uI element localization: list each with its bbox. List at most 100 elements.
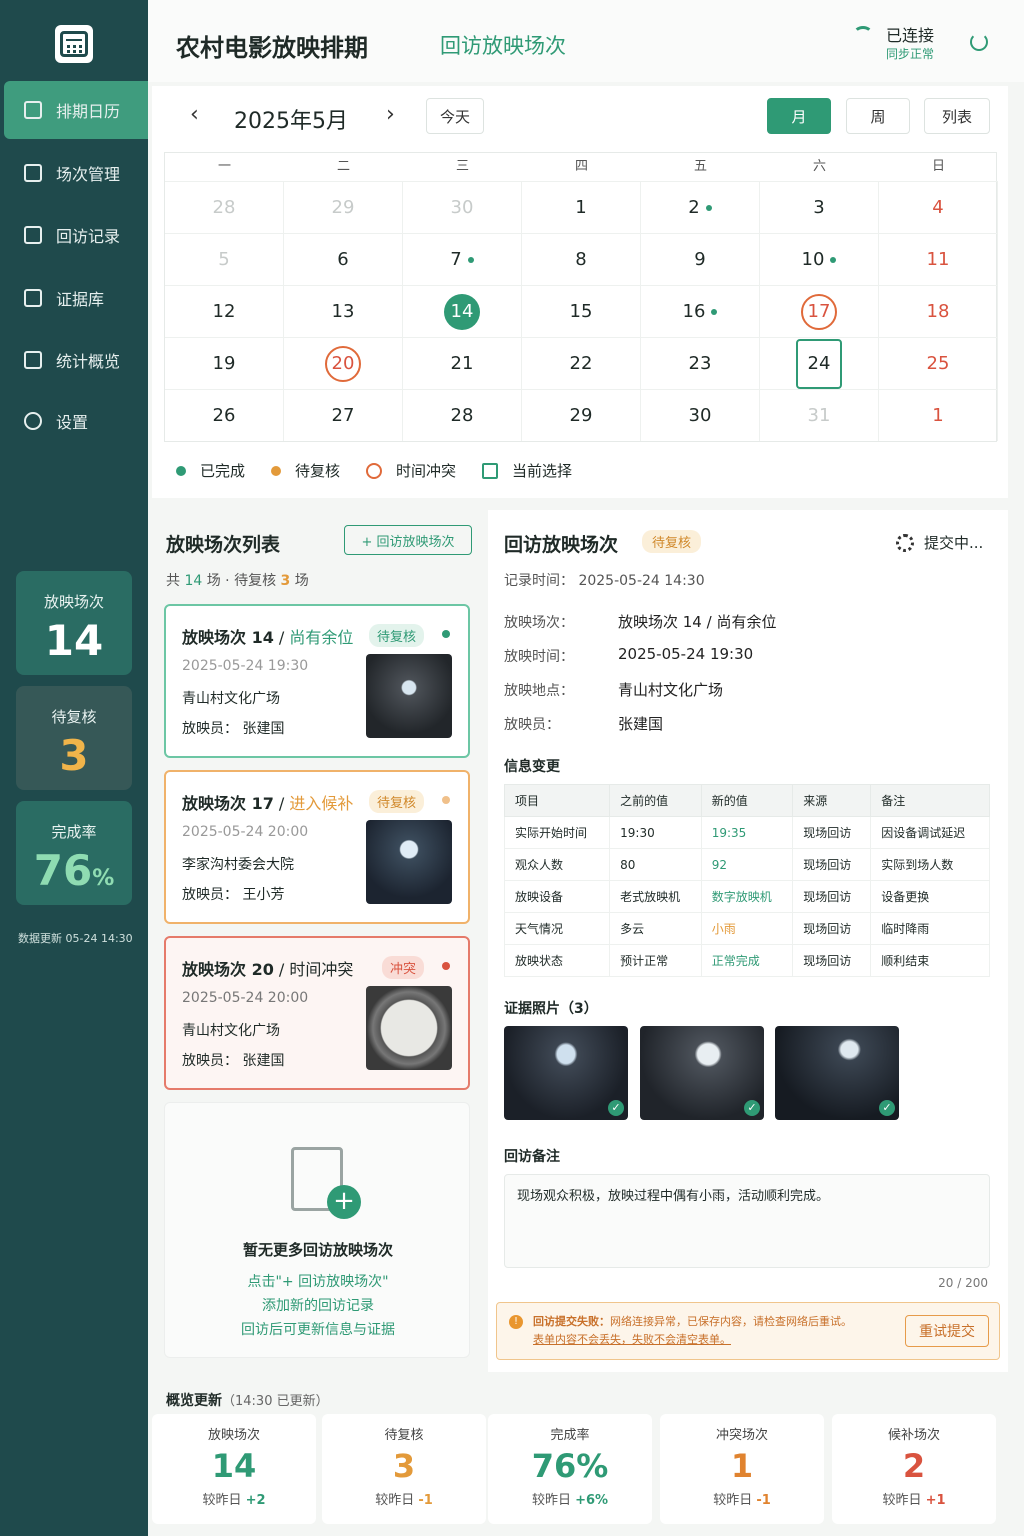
calendar-day[interactable]: 20 bbox=[284, 337, 403, 389]
retry-submit-button[interactable]: 重试提交 bbox=[905, 1315, 989, 1347]
session-card[interactable]: 放映场次 20 / 时间冲突 冲突 2025-05-24 20:00 青山村文化… bbox=[164, 936, 470, 1090]
view-week-button[interactable]: 周 bbox=[846, 98, 910, 134]
calendar-day[interactable]: 29 bbox=[522, 389, 641, 441]
day-number: 10 bbox=[801, 249, 825, 270]
day-number: 19 bbox=[212, 353, 236, 374]
sidebar-item-label: 设置 bbox=[56, 413, 89, 432]
calendar-day[interactable]: 26 bbox=[165, 389, 284, 441]
table-row: 观众人数 80 92 现场回访 实际到场人数 bbox=[503, 848, 990, 881]
calendar-day[interactable]: 1 bbox=[879, 389, 998, 441]
table-cell: 19:30 bbox=[609, 816, 702, 849]
delta-value: +2 bbox=[245, 1493, 266, 1508]
table-cell: 顺利结束 bbox=[870, 944, 990, 977]
table-row: 实际开始时间 19:30 19:35 现场回访 因设备调试延迟 bbox=[503, 816, 990, 849]
spinner-icon bbox=[896, 534, 914, 552]
calendar-day[interactable]: 9 bbox=[641, 233, 760, 285]
session-name: 放映场次 17 bbox=[182, 794, 274, 813]
sidebar-item-session-management[interactable]: 场次管理 bbox=[4, 144, 148, 202]
calendar-day[interactable]: 16 bbox=[641, 285, 760, 337]
status-dot bbox=[442, 962, 450, 970]
sidebar-item-schedule-calendar[interactable]: 排期日历 bbox=[4, 81, 148, 139]
today-button[interactable]: 今天 bbox=[426, 98, 484, 134]
calendar-day[interactable]: 19 bbox=[165, 337, 284, 389]
calendar-day[interactable]: 5 bbox=[165, 233, 284, 285]
calendar-day[interactable]: 4 bbox=[879, 181, 998, 233]
calendar-day[interactable]: 7 bbox=[403, 233, 522, 285]
calendar-day[interactable]: 29 bbox=[284, 181, 403, 233]
table-cell: 数字放映机 bbox=[700, 880, 794, 913]
prev-month-button[interactable]: ‹ bbox=[190, 102, 199, 127]
session-card[interactable]: 放映场次 17 / 进入候补 待复核 2025-05-24 20:00 李家沟村… bbox=[164, 770, 470, 924]
calendar-day[interactable]: 21 bbox=[403, 337, 522, 389]
sidebar-item-visit-records[interactable]: 回访记录 bbox=[4, 206, 148, 264]
calendar-day[interactable]: 8 bbox=[522, 233, 641, 285]
view-month-button[interactable]: 月 bbox=[767, 98, 831, 134]
field-value: 放映场次 14 / 尚有余位 bbox=[618, 613, 777, 631]
calendar-day[interactable]: 14 bbox=[403, 285, 522, 337]
refresh-icon[interactable] bbox=[970, 33, 988, 51]
day-number: 8 bbox=[575, 249, 587, 270]
calendar-day[interactable]: 24 bbox=[760, 337, 879, 389]
calendar-day[interactable]: 10 bbox=[760, 233, 879, 285]
table-cell: 临时降雨 bbox=[870, 912, 990, 945]
session-time: 2025-05-24 20:00 bbox=[182, 990, 309, 1006]
table-cell: 实际开始时间 bbox=[503, 816, 611, 849]
calendar-day[interactable]: 3 bbox=[760, 181, 879, 233]
calendar-day[interactable]: 11 bbox=[879, 233, 998, 285]
calendar-day[interactable]: 30 bbox=[641, 389, 760, 441]
calendar-day[interactable]: 30 bbox=[403, 181, 522, 233]
session-sep: / bbox=[273, 628, 290, 647]
evidence-photo[interactable]: ✓ bbox=[640, 1026, 764, 1120]
calendar-day[interactable]: 23 bbox=[641, 337, 760, 389]
field-label: 放映时间： bbox=[504, 649, 574, 665]
overview-card: 完成率 76% 较昨日 +6% bbox=[488, 1414, 652, 1524]
add-visit-button[interactable]: + 回访放映场次 bbox=[344, 525, 472, 555]
day-number: 18 bbox=[926, 301, 950, 322]
calendar-day[interactable]: 17 bbox=[760, 285, 879, 337]
screening-thumbnail bbox=[366, 820, 452, 904]
session-time: 2025-05-24 20:00 bbox=[182, 824, 309, 840]
overview-card: 冲突场次 1 较昨日 -1 bbox=[660, 1414, 824, 1524]
table-row: 放映状态 预计正常 正常完成 现场回访 顺利结束 bbox=[503, 944, 990, 977]
notes-textarea[interactable]: 现场观众积极，放映过程中偶有小雨，活动顺利完成。 bbox=[504, 1174, 990, 1268]
calendar-day[interactable]: 28 bbox=[403, 389, 522, 441]
sidebar-item-statistics[interactable]: 统计概览 bbox=[4, 331, 148, 389]
calendar-day[interactable]: 1 bbox=[522, 181, 641, 233]
table-cell: 19:35 bbox=[700, 816, 794, 849]
view-list-button[interactable]: 列表 bbox=[924, 98, 990, 134]
weekday-header: 四 bbox=[574, 159, 588, 174]
calendar-day[interactable]: 6 bbox=[284, 233, 403, 285]
calendar-day[interactable]: 2 bbox=[641, 181, 760, 233]
calendar-day[interactable]: 31 bbox=[760, 389, 879, 441]
legend-label: 待复核 bbox=[295, 462, 341, 480]
delta-label: 较昨日 bbox=[531, 1493, 571, 1508]
calendar-day[interactable]: 27 bbox=[284, 389, 403, 441]
evidence-photo[interactable]: ✓ bbox=[504, 1026, 628, 1120]
weekday-header: 一 bbox=[217, 159, 231, 174]
calendar-day[interactable]: 12 bbox=[165, 285, 284, 337]
sidebar-item-settings[interactable]: 设置 bbox=[4, 392, 148, 450]
calendar-day[interactable]: 18 bbox=[879, 285, 998, 337]
delta-label: 较昨日 bbox=[713, 1493, 753, 1508]
table-cell: 现场回访 bbox=[792, 912, 872, 945]
calendar-day[interactable]: 25 bbox=[879, 337, 998, 389]
calendar-day[interactable]: 15 bbox=[522, 285, 641, 337]
stat-value: 14 bbox=[44, 616, 104, 665]
sidebar-item-evidence[interactable]: 证据库 bbox=[4, 269, 148, 327]
session-card[interactable]: 放映场次 14 / 尚有余位 待复核 2025-05-24 19:30 青山村文… bbox=[164, 604, 470, 758]
stat-label: 放映场次 bbox=[43, 593, 104, 611]
table-row: 放映设备 老式放映机 数字放映机 现场回访 设备更换 bbox=[503, 880, 990, 913]
header: 农村电影放映排期 回访放映场次 已连接 同步正常 bbox=[148, 0, 1024, 82]
evidence-photo[interactable]: ✓ bbox=[775, 1026, 899, 1120]
day-number: 9 bbox=[694, 249, 706, 270]
day-number: 1 bbox=[932, 405, 944, 426]
weekday-header: 五 bbox=[693, 159, 707, 174]
calendar-day[interactable]: 28 bbox=[165, 181, 284, 233]
day-number: 5 bbox=[218, 249, 230, 270]
overview-value: 1 bbox=[730, 1447, 754, 1485]
next-month-button[interactable]: › bbox=[386, 102, 395, 127]
session-time: 2025-05-24 19:30 bbox=[182, 658, 309, 674]
calendar-day[interactable]: 13 bbox=[284, 285, 403, 337]
calendar-day[interactable]: 22 bbox=[522, 337, 641, 389]
gear-icon bbox=[24, 412, 42, 430]
